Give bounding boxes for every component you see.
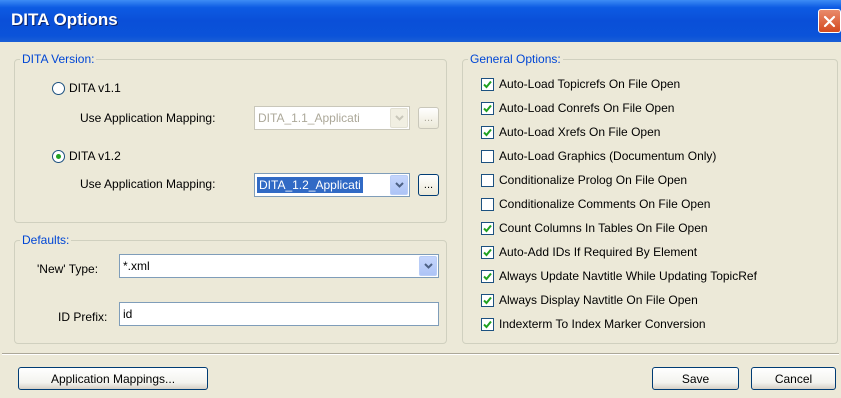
- chevron-down-icon[interactable]: [419, 256, 437, 276]
- general-options-legend: General Options:: [468, 52, 563, 66]
- option-checkbox-row[interactable]: Auto-Load Xrefs On File Open: [481, 125, 660, 139]
- checkbox[interactable]: [481, 149, 494, 163]
- id-prefix-label: ID Prefix:: [58, 310, 108, 324]
- option-checkbox-row[interactable]: Always Update Navtitle While Updating To…: [481, 269, 757, 283]
- close-icon: [823, 15, 836, 27]
- chevron-down-icon[interactable]: [390, 175, 408, 195]
- checkbox[interactable]: [481, 197, 494, 211]
- new-type-label: 'New' Type:: [37, 262, 99, 276]
- option-label: Count Columns In Tables On File Open: [499, 221, 708, 235]
- option-label: Auto-Load Conrefs On File Open: [499, 101, 675, 115]
- option-checkbox-row[interactable]: Auto-Load Conrefs On File Open: [481, 101, 674, 115]
- option-checkbox-row[interactable]: Count Columns In Tables On File Open: [481, 221, 708, 235]
- cancel-button[interactable]: Cancel: [751, 367, 836, 390]
- option-checkbox-row[interactable]: Conditionalize Comments On File Open: [481, 197, 710, 211]
- option-checkbox-row[interactable]: Conditionalize Prolog On File Open: [481, 173, 687, 187]
- check-mark-icon: [483, 128, 492, 136]
- radio-selected-dot: [56, 153, 61, 159]
- v12-mapping-label: Use Application Mapping:: [80, 177, 216, 191]
- option-label: Indexterm To Index Marker Conversion: [499, 317, 706, 331]
- v11-mapping-select[interactable]: DITA_1.1_Applicati: [254, 106, 410, 130]
- option-label: Always Display Navtitle On File Open: [499, 293, 698, 307]
- check-mark-icon: [483, 296, 492, 304]
- v12-mapping-select[interactable]: DITA_1.2_Applicati: [254, 173, 410, 197]
- option-label: Conditionalize Comments On File Open: [499, 197, 711, 211]
- checkbox[interactable]: [481, 221, 494, 235]
- id-prefix-input[interactable]: id: [119, 302, 439, 326]
- radio-dita-v12[interactable]: DITA v1.2: [52, 149, 121, 163]
- defaults-legend: Defaults:: [20, 233, 72, 247]
- option-checkbox-row[interactable]: Auto-Add IDs If Required By Element: [481, 245, 697, 259]
- checkbox[interactable]: [481, 125, 494, 139]
- dita-options-dialog: DITA Options DITA Version: DITA v1.1 Use…: [0, 0, 841, 398]
- v11-mapping-label: Use Application Mapping:: [80, 111, 216, 125]
- checkbox[interactable]: [481, 269, 494, 283]
- checkbox[interactable]: [481, 245, 494, 259]
- new-type-value: *.xml: [123, 259, 150, 273]
- option-label: Auto-Load Topicrefs On File Open: [499, 77, 681, 91]
- v12-mapping-value: DITA_1.2_Applicati: [257, 177, 363, 193]
- option-label: Always Update Navtitle While Updating To…: [499, 269, 757, 283]
- checkbox[interactable]: [481, 101, 494, 115]
- chevron-down-icon[interactable]: [390, 108, 408, 128]
- radio-button[interactable]: [52, 149, 65, 163]
- option-label: Auto-Load Graphics (Documentum Only): [499, 149, 717, 163]
- checkbox[interactable]: [481, 293, 494, 307]
- v11-browse-button[interactable]: ...: [418, 107, 439, 129]
- v11-mapping-value: DITA_1.1_Applicati: [258, 111, 360, 125]
- checkbox[interactable]: [481, 77, 494, 91]
- dita-version-legend: DITA Version:: [20, 52, 97, 66]
- radio-dita-v11[interactable]: DITA v1.1: [52, 81, 121, 95]
- application-mappings-button[interactable]: Application Mappings...: [18, 367, 208, 390]
- option-checkbox-row[interactable]: Auto-Load Graphics (Documentum Only): [481, 149, 716, 163]
- check-mark-icon: [483, 248, 492, 256]
- option-label: Auto-Add IDs If Required By Element: [499, 245, 698, 259]
- window-title: DITA Options: [11, 10, 118, 29]
- option-checkbox-row[interactable]: Indexterm To Index Marker Conversion: [481, 317, 706, 331]
- radio-button[interactable]: [52, 81, 65, 95]
- radio-label: DITA v1.2: [69, 149, 121, 163]
- checkbox[interactable]: [481, 317, 494, 331]
- new-type-select[interactable]: *.xml: [119, 254, 439, 278]
- check-mark-icon: [483, 320, 492, 328]
- radio-label: DITA v1.1: [69, 81, 121, 95]
- check-mark-icon: [483, 80, 492, 88]
- divider: [2, 353, 839, 355]
- option-label: Conditionalize Prolog On File Open: [499, 173, 688, 187]
- check-mark-icon: [483, 272, 492, 280]
- id-prefix-value: id: [123, 307, 133, 321]
- check-mark-icon: [483, 104, 492, 112]
- check-mark-icon: [483, 224, 492, 232]
- option-checkbox-row[interactable]: Always Display Navtitle On File Open: [481, 293, 698, 307]
- close-button[interactable]: [818, 9, 841, 33]
- option-checkbox-row[interactable]: Auto-Load Topicrefs On File Open: [481, 77, 680, 91]
- v12-browse-button[interactable]: ...: [418, 174, 439, 196]
- checkbox[interactable]: [481, 173, 494, 187]
- option-label: Auto-Load Xrefs On File Open: [499, 125, 661, 139]
- save-button[interactable]: Save: [652, 367, 739, 390]
- title-bar[interactable]: DITA Options: [0, 0, 841, 42]
